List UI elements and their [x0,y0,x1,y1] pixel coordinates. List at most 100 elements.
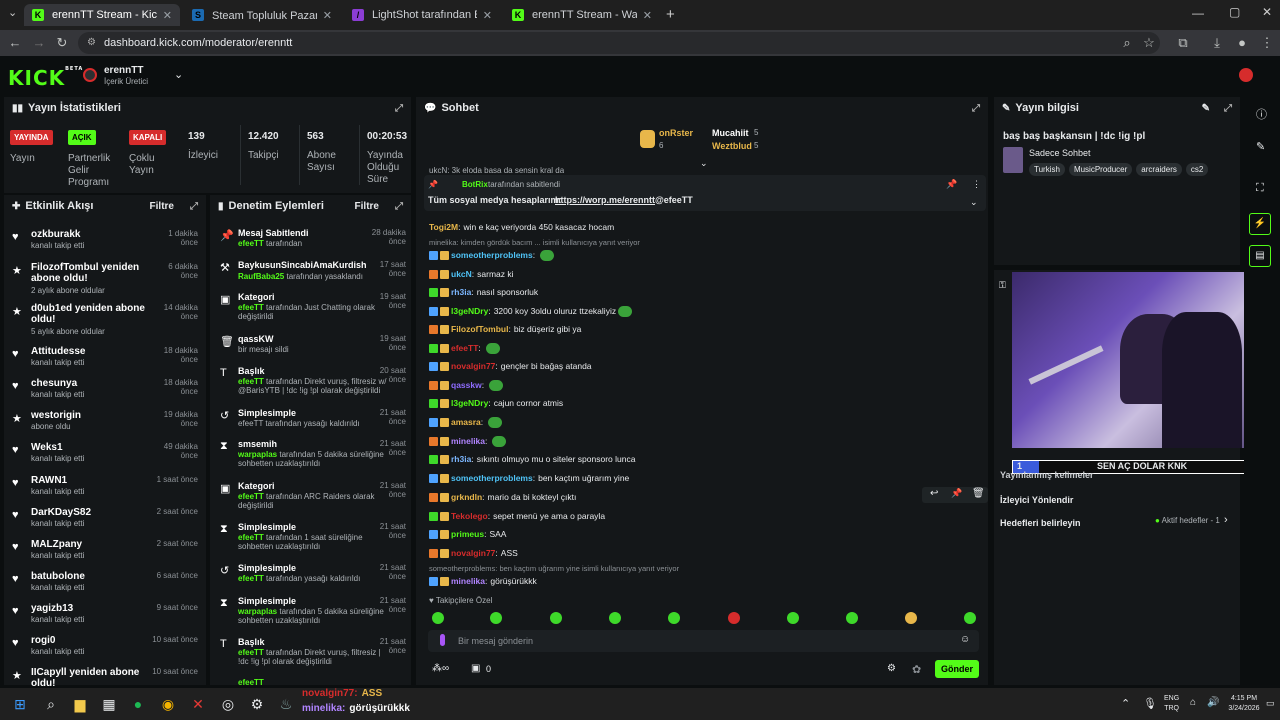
tab-search-icon[interactable]: ⌄ [8,6,17,19]
kick-logo[interactable]: KICKBETA [8,66,83,90]
chat-message[interactable]: Tekolego: sepet menü ye ama o parayla [429,509,605,523]
moderation-expand-icon[interactable]: ⤢ [395,201,403,212]
app-icon[interactable]: ✕ [190,696,206,712]
settings-icon[interactable]: ⚙ [249,696,265,712]
expand-icon[interactable]: ⤢ [395,103,403,114]
tray-chevron-icon[interactable]: ⌃ [1121,697,1130,710]
activity-item[interactable]: ♥ ozkburakk kanalı takip etti 1 dakika önce [8,229,198,259]
moderation-item[interactable]: ▣ Kategori efeeTT tarafından ARC Raiders o… [216,481,408,511]
mic-icon[interactable] [440,634,445,646]
moderation-item[interactable]: 🗑 qassKW bir mesajı sildi 19 saat önce [216,334,408,364]
chrome-icon[interactable]: ◉ [160,696,176,712]
emote-icon[interactable] [550,612,562,624]
chat-message[interactable]: ukcN: sarmaz ki [429,267,514,281]
tag-chip[interactable]: Turkish [1029,163,1065,176]
moderation-item[interactable]: ⧗ Simplesimple warpaplas tarafından 5 daki… [216,596,408,626]
tag-chip[interactable]: cs2 [1185,163,1209,176]
unpin-icon[interactable]: 📌 [946,179,957,190]
notifications-icon[interactable]: ▭ [1266,698,1275,709]
chat-username[interactable]: efeeTT [451,341,478,355]
emote-icon[interactable] [964,612,976,624]
chat-username[interactable]: novalgin77 [451,546,495,560]
moderation-item[interactable]: ⚒ BaykusunSincabiAmaKurdish RaufBaba25 tar… [216,260,408,290]
clipboard-icon[interactable]: ▤ [1249,245,1271,267]
volume-icon[interactable]: 🔊 [1207,697,1219,708]
chat-message[interactable]: minelika: görüşürükkk [429,574,537,588]
store-icon[interactable]: ▦ [101,696,117,712]
activity-item[interactable]: ♥ rogi0 kanalı takip etti 10 saat önce [8,635,198,665]
tab-close-icon[interactable]: ✕ [643,9,652,22]
goals-row[interactable]: Hedefleri belirleyin ● Aktif hedefler - … [1000,514,1234,529]
forward-icon[interactable]: → [30,34,48,52]
new-tab-button[interactable]: + [666,6,675,23]
send-button[interactable]: Gönder [935,660,979,678]
menu-kebab-icon[interactable]: ⋮ [1258,34,1276,52]
back-icon[interactable]: ← [6,34,24,52]
raid-redirect-row[interactable]: İzleyici Yönlendir [1000,492,1234,506]
chat-username[interactable]: primeus [451,527,484,541]
chat-username[interactable]: grkndln [451,490,482,504]
chat-message[interactable]: qasskw: [429,378,504,392]
chat-username[interactable]: l3geNDry [451,396,488,410]
chat-message[interactable]: novalgin77: ASS [429,546,518,560]
emote-icon[interactable] [668,612,680,624]
emote-icon[interactable] [846,612,858,624]
info-icon[interactable]: ⓘ [1256,106,1267,122]
moderation-item[interactable]: T Başlık efeeTT tarafından Direkt vuruş, f… [216,366,408,396]
chat-username[interactable]: ukcN [451,267,472,281]
fullscreen-icon[interactable]: ⛶ [1256,182,1264,195]
chat-expand-icon[interactable]: ⤢ [972,103,980,114]
moderation-item[interactable]: ↺ Simplesimple efeeTT tarafından yasağı ka… [216,563,408,593]
moderation-item[interactable]: T Başlık efeeTT tarafından Direkt vuruş, f… [216,637,408,667]
network-icon[interactable]: ⌂ [1190,697,1196,708]
activity-item[interactable]: ★ d0ub1ed yeniden abone oldu! 5 aylık abon… [8,303,198,336]
chat-message[interactable]: l3geNDry: cajun cornor atmis [429,396,563,410]
stream-info-expand-icon[interactable]: ⤢ [1224,103,1232,114]
chat-mode-icon[interactable]: ✿ [912,663,921,676]
chat-username[interactable]: rh3ia [451,285,471,299]
tray-mic-icon[interactable]: 🎙 [1143,697,1157,710]
chat-username[interactable]: someotherproblems [451,248,533,262]
profile-avatar[interactable]: ● [1233,34,1251,52]
emote-icon[interactable] [787,612,799,624]
zoom-icon[interactable]: ⌕ [1118,34,1136,52]
moderation-item[interactable]: ⧗ Simplesimple efeeTT tarafından 1 saat sü… [216,522,408,552]
chat-username[interactable]: rh3ia [451,452,471,466]
pinned-menu-icon[interactable]: ⋮ [972,179,981,190]
moderation-item[interactable]: ⧗ smsemih warpaplas tarafından 5 dakika sü… [216,439,408,469]
channel-switch-chevron-icon[interactable]: ⌄ [174,68,183,81]
url-input[interactable]: ⚙ dashboard.kick.com/moderator/erenntt [78,32,1160,54]
chat-message[interactable]: primeus: SAA [429,527,506,541]
chat-message[interactable]: rh3ia: sıkıntı olmuyo mu o siteler sponso… [429,452,635,466]
pinned-link[interactable]: https://worp.me/erenntt [555,195,655,205]
chat-username[interactable]: qasskw [451,378,482,392]
gift-icon[interactable]: ▣ [471,663,480,674]
user-avatar[interactable] [1239,68,1253,82]
chat-message[interactable]: minelika: [429,434,507,448]
leader-name[interactable]: Weztblud [712,141,752,151]
emote-icon[interactable] [905,612,917,624]
moderation-filter-button[interactable]: Filtre [355,201,379,212]
file-explorer-icon[interactable]: ▆ [72,696,88,712]
leader-name[interactable]: onRster [659,128,693,138]
emote-icon[interactable] [728,612,740,624]
emote-icon[interactable] [432,612,444,624]
close-window-icon[interactable]: ✕ [1262,5,1272,19]
activity-item[interactable]: ♥ Weks1 kanalı takip etti 49 dakika önce [8,442,198,472]
activity-expand-icon[interactable]: ⤢ [190,201,198,212]
obs-icon[interactable]: ◎ [220,696,236,712]
chat-username[interactable]: someotherproblems [451,471,533,485]
activity-item[interactable]: ♥ chesunya kanalı takip etti 18 dakika önce [8,378,198,408]
bookmark-star-icon[interactable]: ☆ [1140,34,1158,52]
moderation-item[interactable]: 📌 Mesaj Sabitlendi efeeTT tarafından 28 dak… [216,228,408,258]
clock[interactable]: 4:15 PM 3/24/2026 [1228,694,1260,714]
chat-message[interactable]: grkndln: mario da bi kokteyl çıktı [429,490,576,504]
leader-name[interactable]: Mucahiit [712,128,749,138]
moderation-item[interactable]: ↺ Simplesimple efeeTT tarafından yasağı ka… [216,408,408,438]
chat-settings-icon[interactable]: ⚙ [887,663,896,674]
pinned-message[interactable]: 📌 BotRix tarafından sabitlendi Tüm sosya… [424,175,986,211]
chat-input[interactable]: Bir mesaj gönderin ☺ [428,630,979,652]
site-info-icon[interactable]: ⚙ [87,32,96,54]
reply-icon[interactable]: ↩ [930,488,938,499]
tab-close-icon[interactable]: ✕ [163,9,172,22]
